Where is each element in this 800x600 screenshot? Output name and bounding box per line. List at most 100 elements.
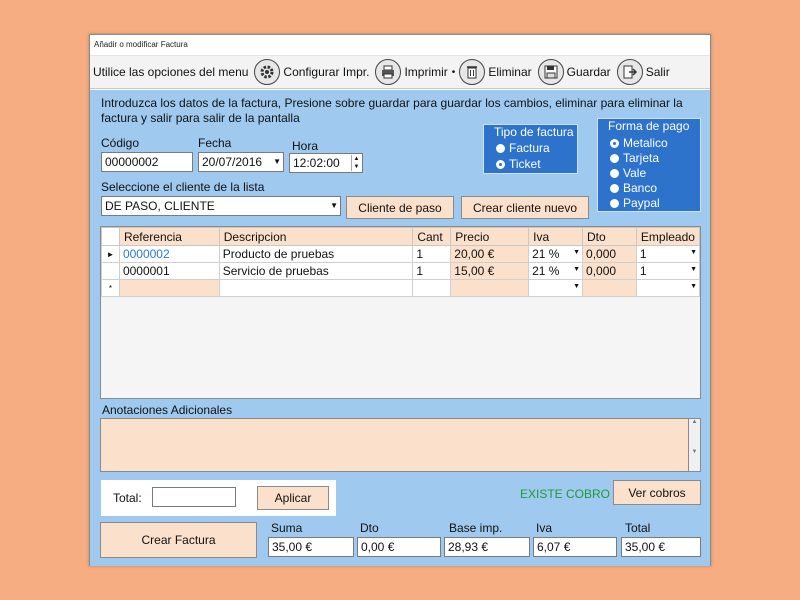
new-cell-precio[interactable]: [450, 279, 530, 297]
toolbar-prompt: Utilice las opciones del menu: [93, 65, 249, 79]
col-referencia[interactable]: Referencia: [118, 227, 220, 246]
radio-factura[interactable]: Factura: [496, 141, 550, 155]
cell-referencia[interactable]: 0000002: [118, 245, 220, 263]
chevron-down-icon: ▼: [573, 249, 581, 256]
suma-value: 35,00 €: [268, 537, 354, 557]
cliente-de-paso-button[interactable]: Cliente de paso: [346, 196, 454, 219]
toolbar: Utilice las opciones del menu Configurar…: [90, 55, 710, 89]
new-cell-iva[interactable]: ▼: [528, 279, 584, 297]
crear-factura-button[interactable]: Crear Factura: [100, 522, 257, 558]
chevron-down-icon: ▼: [273, 157, 281, 166]
imprimir-label: Imprimir: [404, 65, 448, 79]
cell-referencia[interactable]: 0000001: [118, 262, 220, 280]
form-area: Introduzca los datos de la factura, Pres…: [90, 90, 710, 566]
ver-cobros-button[interactable]: Ver cobros: [613, 480, 701, 505]
tipo-factura-group: Tipo de factura Factura Ticket: [483, 124, 578, 174]
radio-tarjeta-label: Tarjeta: [623, 151, 660, 165]
floppy-disk-icon: [537, 59, 564, 85]
col-dto[interactable]: Dto: [582, 227, 637, 246]
spinner-icon[interactable]: ▲ ▼: [351, 155, 361, 171]
new-cell-referencia[interactable]: [118, 279, 220, 297]
salir-button[interactable]: Salir: [616, 59, 670, 85]
cell-cant[interactable]: 1: [412, 245, 452, 263]
tipo-factura-title: Tipo de factura: [492, 125, 576, 139]
scroll-up-icon: ▲: [691, 419, 698, 425]
chevron-down-icon: ▼: [690, 266, 697, 273]
notes-textarea[interactable]: [100, 418, 689, 472]
scroll-down-icon: ▼: [691, 449, 698, 455]
radio-banco-label: Banco: [623, 181, 658, 195]
cell-empleado[interactable]: 1 ▼: [635, 245, 700, 263]
hora-label: Hora: [292, 139, 319, 153]
cell-dto[interactable]: 0,000: [582, 262, 637, 280]
cell-cant[interactable]: 1: [412, 262, 452, 280]
cliente-select[interactable]: DE PASO, CLIENTE ▼: [101, 196, 341, 216]
radio-vale[interactable]: Vale: [610, 166, 646, 180]
aplicar-button[interactable]: Aplicar: [257, 486, 329, 510]
col-cant[interactable]: Cant: [412, 227, 452, 246]
new-cell-dto[interactable]: [582, 279, 637, 297]
hora-picker[interactable]: 12:02:00 ▲ ▼: [289, 153, 363, 173]
row-marker[interactable]: [101, 262, 120, 280]
grid-header-row: Referencia Descripcion Cant Precio Iva D…: [101, 227, 700, 246]
configurar-impresora-button[interactable]: Configurar Impr.: [254, 59, 369, 85]
cliente-label: Seleccione el cliente de la lista: [101, 180, 265, 194]
cell-precio[interactable]: 15,00 €: [450, 262, 530, 280]
chevron-down-icon: ▼: [573, 266, 581, 273]
new-cell-cant[interactable]: [412, 279, 452, 297]
cell-descripcion[interactable]: Servicio de pruebas: [218, 262, 414, 280]
chevron-down-icon: ▼: [573, 283, 581, 290]
radio-vale-label: Vale: [623, 166, 647, 180]
cell-descripcion[interactable]: Producto de pruebas: [218, 245, 414, 263]
total-footer-label: Total: [625, 521, 651, 535]
grid-corner: [101, 227, 120, 246]
col-empleado[interactable]: Empleado: [635, 227, 700, 246]
radio-metalico-label: Metalico: [623, 136, 668, 150]
notes-scrollbar[interactable]: ▲ ▼: [689, 418, 701, 472]
cliente-value: DE PASO, CLIENTE: [105, 199, 215, 213]
fecha-picker[interactable]: 20/07/2016 ▼: [198, 152, 284, 172]
new-cell-descripcion[interactable]: [218, 279, 414, 297]
chevron-down-icon: ▼: [690, 283, 697, 290]
guardar-label: Guardar: [566, 65, 611, 79]
crear-cliente-nuevo-button[interactable]: Crear cliente nuevo: [461, 196, 589, 219]
col-precio[interactable]: Precio: [450, 227, 530, 246]
radio-factura-label: Factura: [509, 141, 550, 155]
row-marker[interactable]: ►: [101, 245, 120, 263]
imprimir-dropdown-icon[interactable]: •: [452, 67, 456, 78]
radio-banco[interactable]: Banco: [610, 181, 657, 195]
col-iva[interactable]: Iva: [528, 227, 584, 246]
table-row[interactable]: 0000001 Servicio de pruebas 1 15,00 € 21…: [101, 262, 700, 280]
table-row[interactable]: ► 0000002 Producto de pruebas 1 20,00 € …: [101, 245, 700, 263]
new-cell-empleado[interactable]: ▼: [635, 279, 700, 297]
forma-pago-title: Forma de pago: [606, 119, 692, 133]
chevron-down-icon: ▼: [690, 249, 697, 256]
col-descripcion[interactable]: Descripcion: [218, 227, 414, 246]
new-row[interactable]: * ▼ ▼: [101, 279, 700, 297]
guardar-button[interactable]: Guardar: [537, 59, 611, 85]
base-value: 28,93 €: [444, 537, 530, 557]
cell-dto[interactable]: 0,000: [582, 245, 637, 263]
codigo-field[interactable]: 00000002: [101, 152, 193, 172]
imprimir-button[interactable]: Imprimir: [375, 59, 448, 85]
total-input[interactable]: [152, 487, 236, 507]
radio-icon: [610, 183, 619, 193]
radio-icon: [496, 143, 505, 153]
radio-tarjeta[interactable]: Tarjeta: [610, 151, 659, 165]
eliminar-label: Eliminar: [488, 65, 532, 79]
radio-metalico[interactable]: Metalico: [610, 136, 668, 150]
radio-ticket[interactable]: Ticket: [496, 157, 541, 171]
cobro-status: EXISTE COBRO: [520, 487, 611, 501]
radio-selected-icon: [610, 138, 619, 148]
invoice-window: Añadir o modificar Factura Utilice las o…: [89, 34, 711, 566]
eliminar-button[interactable]: Eliminar: [459, 59, 532, 85]
cell-iva[interactable]: 21 % ▼: [528, 245, 584, 263]
radio-paypal[interactable]: Paypal: [610, 196, 660, 210]
exit-icon: [616, 59, 643, 85]
new-row-marker[interactable]: *: [101, 279, 120, 297]
cell-iva[interactable]: 21 % ▼: [528, 262, 584, 280]
cell-precio[interactable]: 20,00 €: [450, 245, 530, 263]
printer-icon: [375, 59, 402, 85]
radio-ticket-label: Ticket: [509, 157, 541, 171]
cell-empleado[interactable]: 1 ▼: [635, 262, 700, 280]
